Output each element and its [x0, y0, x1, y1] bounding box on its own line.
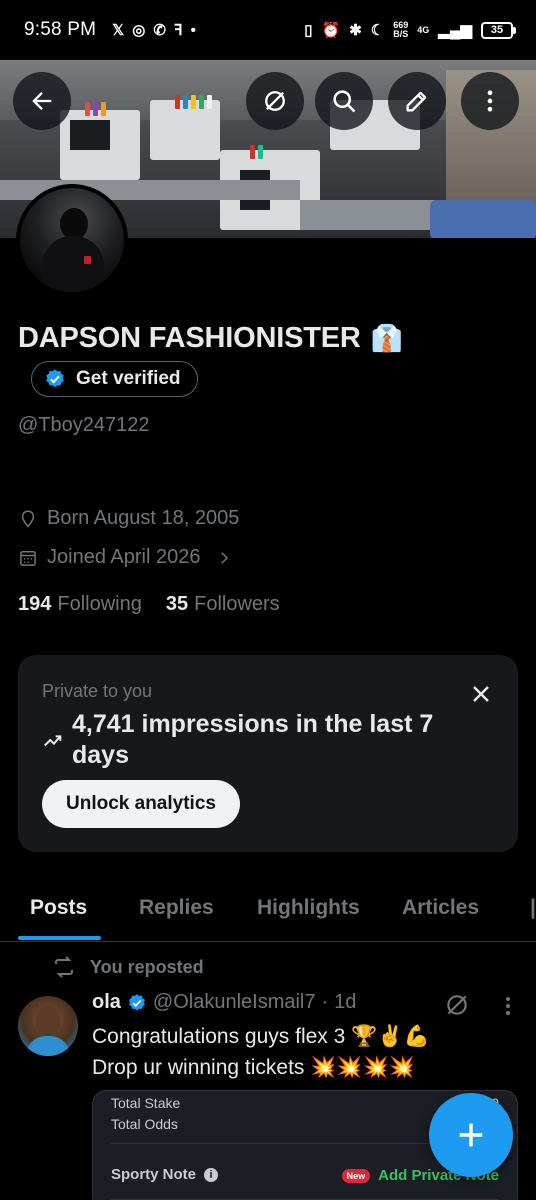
moon-icon: ☾	[370, 21, 385, 39]
grok-icon[interactable]	[444, 992, 470, 1018]
vibrate-icon: ▯	[304, 21, 313, 39]
following-label: Following	[57, 593, 142, 615]
profile-name-emoji: 👔	[370, 323, 403, 353]
tab-overflow[interactable]: |	[530, 896, 536, 920]
new-badge: New	[341, 1168, 371, 1183]
post-time: 1d	[334, 991, 357, 1013]
location-icon	[21, 509, 35, 528]
analytics-card: Private to you 4,741 impressions in the …	[18, 655, 518, 852]
post-separator: ·	[321, 991, 329, 1013]
battery-level: 35	[481, 21, 513, 39]
profile-avatar[interactable]	[16, 184, 128, 296]
edit-button[interactable]	[388, 72, 446, 130]
more-button[interactable]	[461, 72, 519, 130]
private-label: Private to you	[42, 681, 153, 701]
post-text-line1: Congratulations guys flex 3 🏆✌️💪	[92, 1025, 430, 1048]
birthday-row: Born August 18, 2005	[18, 507, 239, 530]
grok-button[interactable]	[246, 72, 304, 130]
profile-tabs: Posts Replies Highlights Articles |	[0, 880, 536, 942]
unlock-analytics-button[interactable]: Unlock analytics	[42, 780, 240, 828]
close-card-button[interactable]	[466, 679, 496, 709]
more-vertical-icon[interactable]	[498, 994, 518, 1018]
alarm-icon: ⏰	[321, 21, 341, 39]
post-author-handle[interactable]: @OlakunleIsmail7	[153, 991, 316, 1014]
total-odds-label: Total Odds	[111, 1116, 178, 1132]
get-verified-label: Get verified	[76, 368, 181, 389]
calendar-icon	[20, 550, 36, 566]
edit-icon	[406, 91, 427, 112]
profile-name-text: DAPSON FASHIONISTER	[18, 322, 361, 354]
whatsapp-notification-icon: ✆	[153, 21, 166, 39]
birthday-text: Born August 18, 2005	[47, 507, 240, 529]
tab-replies[interactable]: Replies	[139, 896, 214, 920]
profile-name: DAPSON FASHIONISTER 👔	[18, 322, 403, 355]
joined-row[interactable]: Joined April 2026	[18, 546, 233, 569]
back-button[interactable]	[13, 72, 71, 130]
search-button[interactable]	[315, 72, 373, 130]
tab-articles[interactable]: Articles	[402, 896, 479, 920]
battery-icon: 35	[481, 21, 516, 39]
status-time: 9:58 PM	[24, 19, 97, 40]
impressions-line1: 4,741 impressions in the last 7	[72, 710, 434, 738]
app2-notification-icon: ꟻ	[173, 21, 183, 39]
signal-icon: ▂▄▆	[438, 21, 472, 39]
repost-indicator: You reposted	[52, 955, 204, 979]
tab-posts[interactable]: Posts	[30, 896, 87, 920]
x-notification-icon: 𝕏	[112, 21, 125, 39]
close-icon	[473, 686, 489, 702]
network-type: 4G	[417, 24, 430, 35]
search-icon	[333, 90, 356, 113]
active-tab-indicator	[18, 936, 101, 940]
sporty-note: Sporty Note i	[111, 1166, 219, 1183]
plus-icon	[459, 1123, 483, 1147]
more-vertical-icon	[487, 90, 493, 112]
followers-count: 35	[165, 593, 189, 615]
bluetooth-icon: ✱	[349, 21, 362, 39]
tab-highlights[interactable]: Highlights	[257, 896, 360, 920]
app-notification-icon: ◎	[132, 21, 146, 39]
grok-icon	[265, 91, 285, 111]
chevron-right-icon	[221, 551, 229, 564]
verified-badge-icon	[46, 369, 64, 388]
followers-label: Followers	[194, 593, 280, 615]
post-text: Congratulations guys flex 3 🏆✌️💪 Drop ur…	[92, 1021, 430, 1083]
following-link[interactable]: 194 Following	[18, 593, 142, 616]
joined-text: Joined April 2026	[47, 546, 201, 568]
trend-up-icon	[44, 735, 62, 747]
repost-label: You reposted	[90, 956, 204, 977]
total-stake-label: Total Stake	[111, 1095, 181, 1111]
post-text-line2: Drop ur winning tickets 💥💥💥💥	[92, 1056, 415, 1079]
repost-icon	[55, 956, 73, 978]
followers-link[interactable]: 35 Followers	[166, 593, 280, 616]
status-bar: 9:58 PM 𝕏 ◎ ✆ ꟻ • ▯ ⏰ ✱ ☾ 669 B/S 4G ▂▄▆…	[0, 0, 536, 60]
following-count: 194	[18, 593, 52, 615]
impressions-text: 4,741 impressions in the last 7 days	[72, 709, 472, 771]
get-verified-button[interactable]: Get verified	[31, 361, 198, 397]
net-speed: 669 B/S	[393, 21, 408, 39]
net-speed-unit: B/S	[393, 29, 409, 39]
post-author-avatar[interactable]	[18, 996, 78, 1056]
post-header: ola @OlakunleIsmail7 · 1d	[92, 991, 356, 1014]
verified-badge-icon	[128, 993, 145, 1010]
sporty-note-label: Sporty Note	[111, 1166, 197, 1183]
follow-stats: 194 Following 35 Followers	[18, 593, 280, 616]
back-arrow-icon	[32, 92, 52, 110]
dot-icon: •	[190, 21, 196, 39]
post-author-name[interactable]: ola	[92, 991, 121, 1014]
impressions-line2: days	[72, 741, 129, 769]
compose-post-button[interactable]	[429, 1093, 513, 1177]
info-icon: i	[204, 1167, 219, 1182]
profile-handle: @Tboy247122	[18, 414, 150, 436]
